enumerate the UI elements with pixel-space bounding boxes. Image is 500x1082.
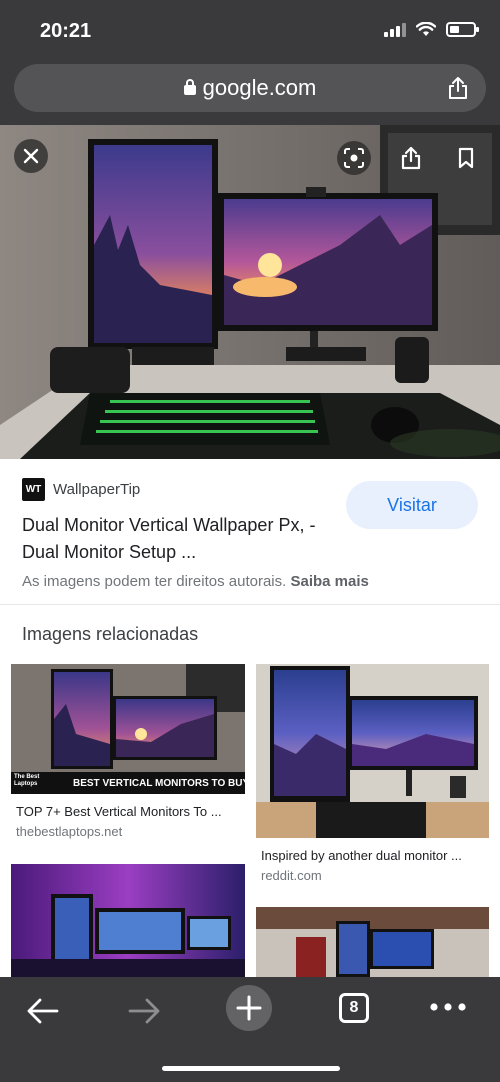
result-title[interactable]: Dual Monitor Vertical Wallpaper Px, - Du… [22, 512, 340, 566]
status-time: 20:21 [40, 20, 92, 42]
related-thumb-3 [11, 864, 245, 977]
related-card-1[interactable]: The Best Laptops BEST VERTICAL MONITORS … [11, 664, 245, 844]
share-icon [401, 146, 421, 170]
related-card-3[interactable] [11, 864, 245, 977]
divider [0, 604, 500, 605]
arrow-right-icon [128, 998, 160, 1024]
new-tab-button[interactable] [226, 985, 272, 1031]
related-card-2[interactable]: Inspired by another dual monitor ... red… [256, 664, 489, 886]
tabs-button[interactable]: 8 [338, 992, 370, 1024]
related-heading: Imagens relacionadas [22, 624, 199, 644]
lock-icon [183, 79, 196, 95]
home-indicator [162, 1066, 340, 1071]
related-thumb-1: The Best Laptops BEST VERTICAL MONITORS … [11, 664, 245, 794]
status-icons [384, 22, 479, 37]
rights-text: As imagens podem ter direitos autorais. [22, 573, 287, 590]
thumb-overlay-text: BEST VERTICAL MONITORS TO BUY [73, 778, 245, 789]
url-text: google.com [202, 75, 317, 100]
share-image-button[interactable] [396, 143, 426, 173]
related-thumb-4 [256, 907, 489, 977]
related-source-2: reddit.com [261, 868, 322, 883]
close-button[interactable] [14, 139, 48, 173]
related-title-1: TOP 7+ Best Vertical Monitors To ... [16, 804, 222, 819]
visit-button[interactable]: Visitar [346, 481, 478, 529]
source-name: WallpaperTip [53, 481, 141, 498]
menu-button[interactable] [428, 992, 468, 1022]
battery-icon [446, 22, 479, 37]
related-card-4[interactable] [256, 907, 489, 977]
preview-image[interactable] [0, 125, 500, 459]
more-icon [430, 1003, 466, 1011]
result-source[interactable]: WT WallpaperTip [22, 478, 140, 501]
related-thumb-2 [256, 664, 489, 838]
copyright-notice: As imagens podem ter direitos autorais. … [22, 573, 369, 590]
back-button[interactable] [22, 991, 62, 1031]
address-bar[interactable]: google.com [14, 64, 486, 112]
dual-monitor-photo [0, 125, 500, 459]
cellular-signal-icon [384, 22, 406, 37]
related-title-2: Inspired by another dual monitor ... [261, 848, 462, 863]
lens-icon [344, 148, 364, 168]
wifi-icon [416, 22, 436, 36]
plus-icon [236, 995, 262, 1021]
close-icon [23, 148, 39, 164]
learn-more-link[interactable]: Saiba mais [290, 573, 368, 590]
share-icon[interactable] [448, 76, 468, 100]
source-logo: WT [22, 478, 45, 501]
lens-button[interactable] [337, 141, 371, 175]
arrow-left-icon [27, 998, 59, 1024]
tab-count: 8 [339, 993, 369, 1023]
thumb-overlay-brand: The Best Laptops [14, 774, 40, 787]
bookmark-icon [458, 147, 474, 169]
browser-top-bar: 20:21 google.com [0, 0, 500, 125]
related-source-1: thebestlaptops.net [16, 824, 123, 839]
forward-button[interactable] [125, 991, 165, 1031]
save-button[interactable] [451, 143, 481, 173]
